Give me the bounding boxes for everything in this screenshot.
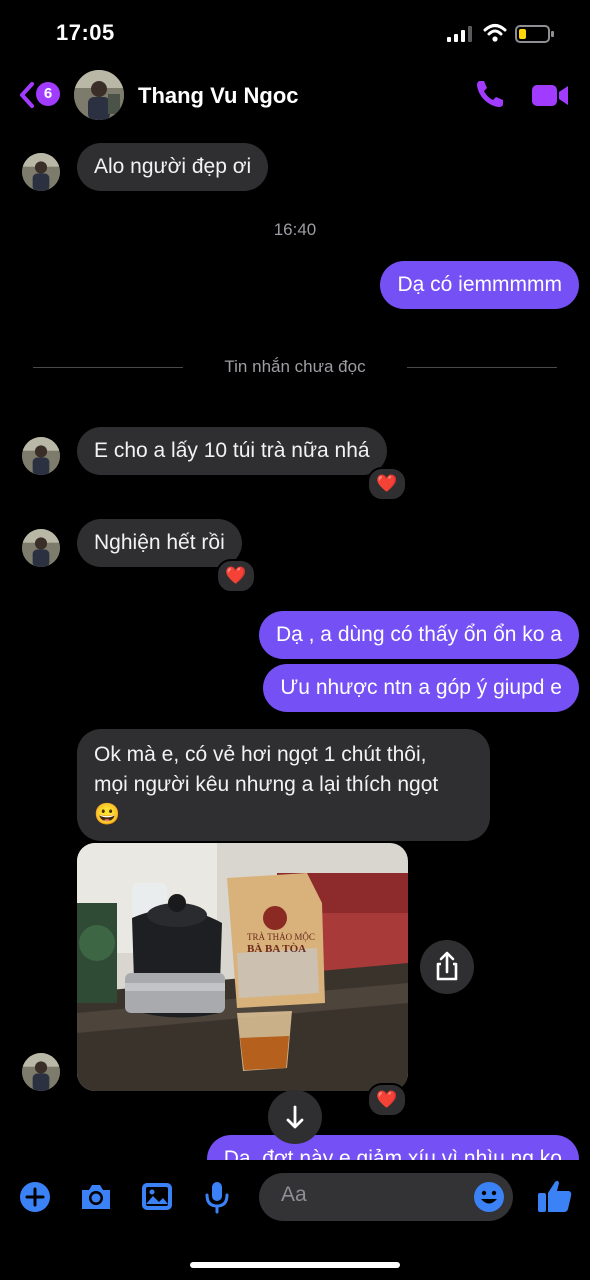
heart-reaction[interactable]: ❤️ bbox=[216, 559, 256, 593]
plus-icon[interactable] bbox=[18, 1180, 52, 1214]
incoming-message-bubble[interactable]: E cho a lấy 10 túi trà nữa nhá bbox=[77, 427, 387, 475]
incoming-message-bubble[interactable]: Ok mà e, có vẻ hơi ngọt 1 chút thôi, mọi… bbox=[77, 729, 490, 841]
incoming-message-bubble[interactable]: Alo người đẹp ơi bbox=[77, 143, 269, 191]
cellular-signal-icon bbox=[447, 26, 472, 42]
message-line: Ok mà e, có vẻ hơi ngọt 1 chút thôi, bbox=[94, 743, 427, 766]
heart-reaction[interactable]: ❤️ bbox=[367, 1083, 407, 1117]
heart-reaction[interactable]: ❤️ bbox=[367, 467, 407, 501]
unread-count-badge[interactable]: 6 bbox=[36, 82, 60, 106]
microphone-icon[interactable] bbox=[200, 1180, 234, 1214]
bag-label-line2: BÀ BA TÒA bbox=[247, 943, 306, 955]
message-input-placeholder: Aa bbox=[281, 1183, 307, 1206]
message-line: mọi người kêu nhưng a lại thích ngọt bbox=[94, 773, 439, 796]
scroll-to-bottom-button[interactable] bbox=[268, 1090, 322, 1144]
grinning-emoji: 😀 bbox=[94, 803, 121, 826]
outgoing-message-bubble[interactable]: Dạ có iemmmmm bbox=[380, 261, 579, 309]
arrow-down-icon bbox=[286, 1105, 304, 1129]
message-timestamp: 16:40 bbox=[273, 220, 317, 239]
contact-name[interactable]: Thang Vu Ngoc bbox=[138, 83, 299, 109]
outgoing-message-bubble[interactable]: Ưu nhược ntn a góp ý giupd e bbox=[263, 664, 579, 712]
camera-icon[interactable] bbox=[79, 1180, 113, 1214]
phone-call-icon[interactable] bbox=[474, 78, 506, 110]
gallery-icon[interactable] bbox=[140, 1180, 174, 1214]
photo-attachment[interactable]: TRÀ THẢO MỘC BÀ BA TÒA bbox=[77, 843, 408, 1091]
bag-label-line1: TRÀ THẢO MỘC bbox=[247, 932, 315, 942]
wifi-icon bbox=[483, 24, 507, 42]
contact-avatar[interactable] bbox=[74, 70, 124, 120]
divider-line-right bbox=[407, 367, 557, 368]
sender-avatar[interactable] bbox=[22, 1053, 60, 1091]
video-call-icon[interactable] bbox=[530, 80, 570, 110]
sender-avatar[interactable] bbox=[22, 437, 60, 475]
emoji-icon[interactable] bbox=[472, 1180, 506, 1214]
home-indicator bbox=[190, 1262, 400, 1268]
battery-icon bbox=[515, 25, 554, 43]
outgoing-message-bubble[interactable]: Dạ , a dùng có thấy ổn ổn ko a bbox=[258, 611, 579, 659]
status-time: 17:05 bbox=[56, 20, 115, 45]
share-icon bbox=[436, 951, 458, 981]
sender-avatar[interactable] bbox=[22, 153, 60, 191]
incoming-message-bubble[interactable]: Nghiện hết rồi bbox=[77, 519, 242, 567]
thumbs-up-icon[interactable] bbox=[536, 1177, 574, 1215]
sender-avatar[interactable] bbox=[22, 529, 60, 567]
share-button[interactable] bbox=[420, 940, 474, 994]
